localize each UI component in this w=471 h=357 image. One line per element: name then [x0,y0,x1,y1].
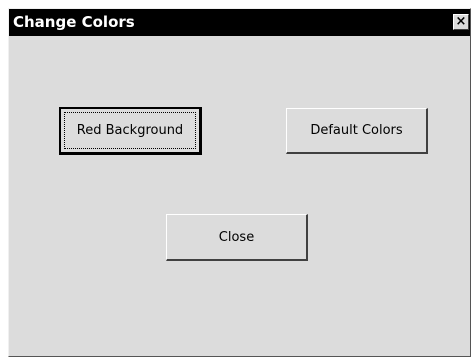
close-button[interactable]: Close [166,214,308,261]
change-colors-dialog: Change Colors × Red Background Default C… [8,8,471,357]
close-button-label: Close [218,229,255,245]
close-icon[interactable]: × [453,14,469,30]
red-background-button[interactable]: Red Background [59,107,202,155]
focus-rectangle [64,112,196,149]
title-bar[interactable]: Change Colors × [9,9,470,36]
default-colors-button-label: Default Colors [310,123,403,138]
default-colors-button[interactable]: Default Colors [286,108,428,154]
window-title: Change Colors [13,13,135,31]
